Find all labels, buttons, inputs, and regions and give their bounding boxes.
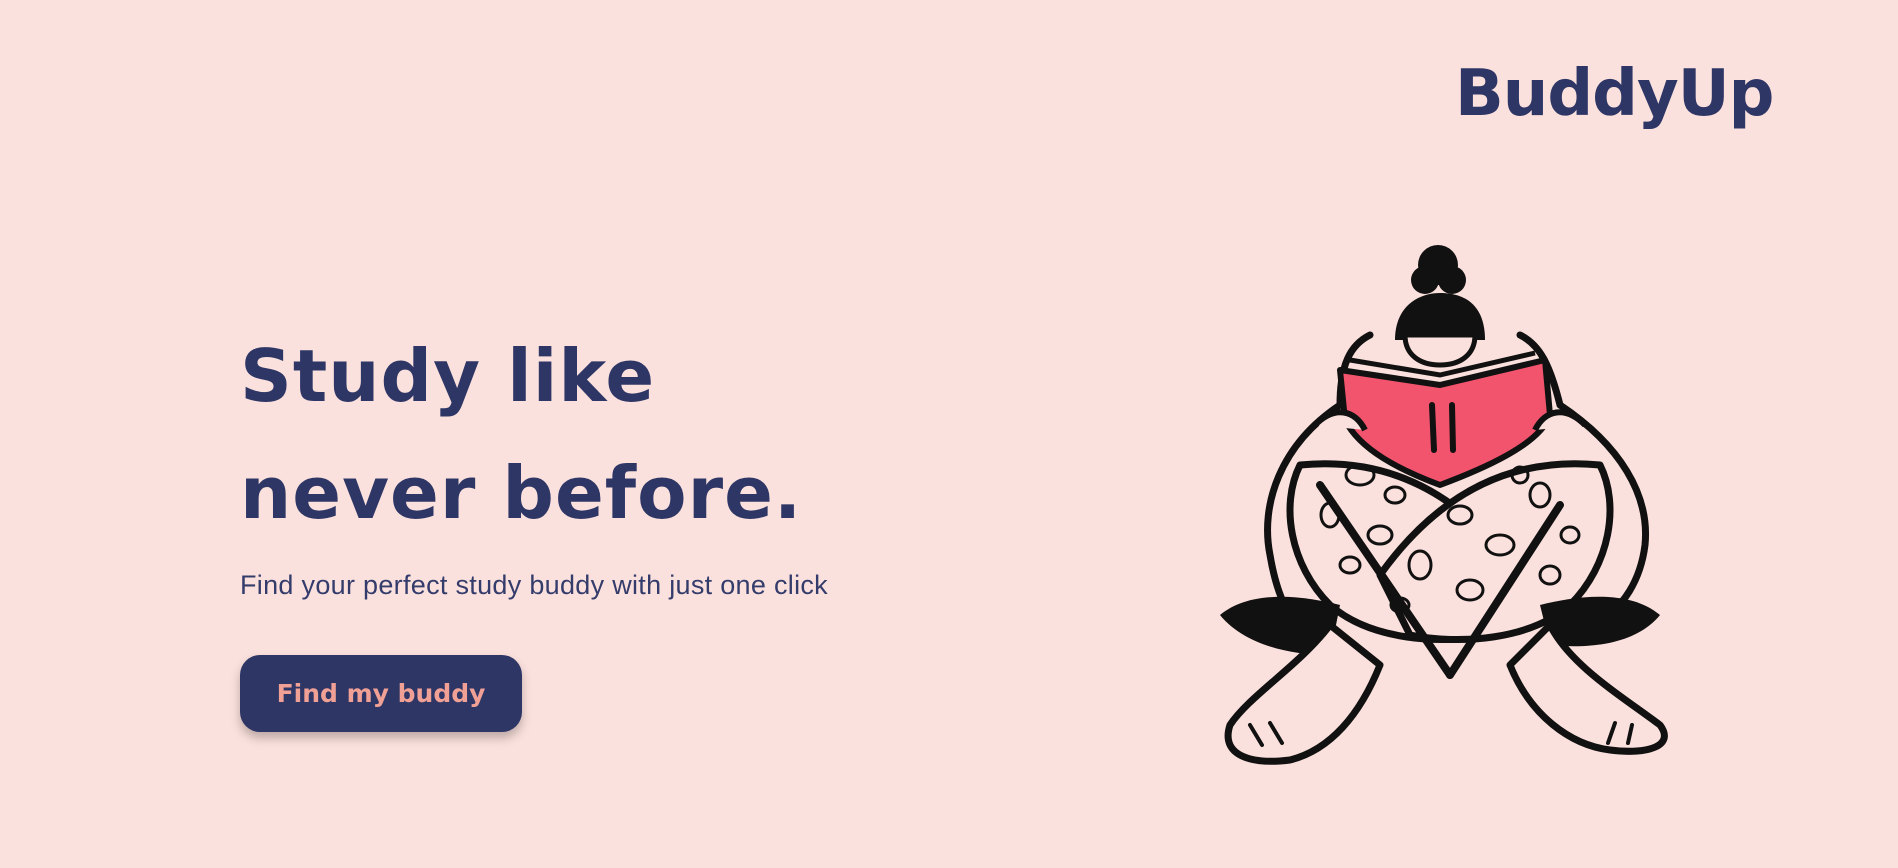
person-reading-book-illustration (1220, 245, 1668, 765)
hair-bun-icon (1395, 245, 1485, 340)
hero-section: Study like never before. Find your perfe… (240, 318, 828, 732)
hero-headline: Study like never before. (240, 318, 828, 552)
find-buddy-button[interactable]: Find my buddy (240, 655, 522, 732)
brand-logo[interactable]: BuddyUp (1455, 62, 1774, 126)
landing-page: BuddyUp Study like never before. Find yo… (0, 0, 1898, 868)
hero-subtitle: Find your perfect study buddy with just … (240, 570, 828, 600)
headline-line-2: never before. (240, 451, 803, 535)
headline-line-1: Study like (240, 334, 656, 418)
